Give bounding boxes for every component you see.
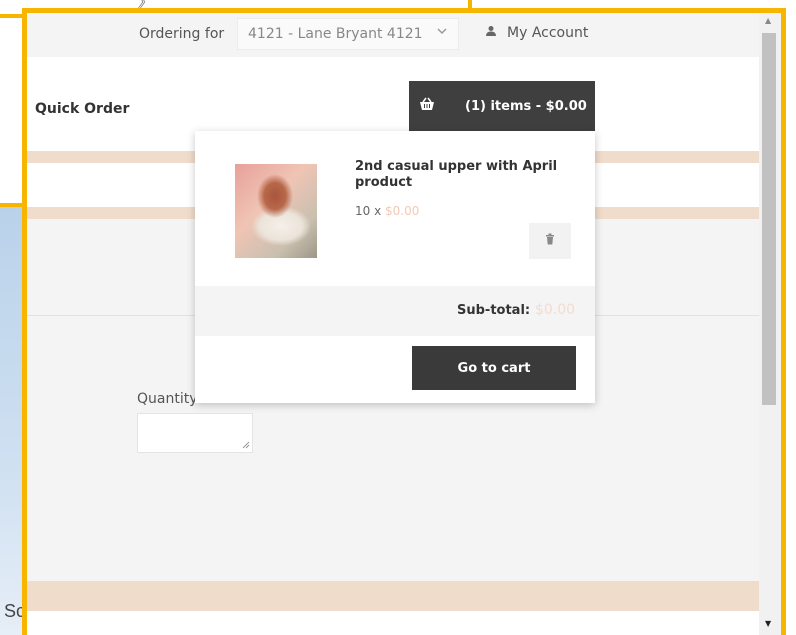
person-icon bbox=[485, 25, 497, 41]
page-viewport: Ordering for 4121 - Lane Bryant 4121 My … bbox=[27, 13, 759, 635]
cart-button[interactable]: (1) items - $0.00 bbox=[409, 81, 595, 133]
resize-grip-icon[interactable] bbox=[242, 441, 250, 452]
my-account-label: My Account bbox=[507, 25, 589, 41]
store-select-value: 4121 - Lane Bryant 4121 bbox=[248, 26, 423, 42]
quantity-prefix: 10 x bbox=[355, 204, 385, 218]
chevron-down-icon bbox=[436, 25, 448, 41]
product-image[interactable] bbox=[235, 164, 317, 258]
product-title[interactable]: 2nd casual upper with April product bbox=[355, 159, 565, 191]
product-price: $0.00 bbox=[385, 204, 420, 218]
highlight-frame: Ordering for 4121 - Lane Bryant 4121 My … bbox=[22, 8, 786, 635]
subtotal-value: $0.00 bbox=[535, 302, 576, 318]
quantity-label: Quantity bbox=[137, 391, 198, 407]
quick-order-link[interactable]: Quick Order bbox=[35, 101, 129, 117]
subtotal-label: Sub-total: bbox=[457, 303, 531, 318]
go-to-cart-button[interactable]: Go to cart bbox=[412, 346, 576, 390]
vertical-scrollbar[interactable]: ▲ ▼ bbox=[759, 13, 781, 635]
ordering-for-label: Ordering for bbox=[139, 26, 225, 42]
quantity-textarea[interactable] bbox=[137, 413, 253, 453]
cart-summary: (1) items - $0.00 bbox=[465, 99, 587, 114]
scrollbar-thumb[interactable] bbox=[762, 33, 776, 405]
footer-band bbox=[27, 581, 759, 611]
mini-cart-dropdown: 2nd casual upper with April product 10 x… bbox=[195, 131, 595, 403]
store-select[interactable]: 4121 - Lane Bryant 4121 bbox=[237, 18, 459, 50]
footer bbox=[27, 611, 759, 635]
scroll-up-arrow-icon[interactable]: ▲ bbox=[765, 16, 771, 25]
basket-icon bbox=[419, 97, 435, 115]
top-bar: Ordering for 4121 - Lane Bryant 4121 My … bbox=[27, 13, 759, 57]
subtotal-row: Sub-total: $0.00 bbox=[195, 286, 595, 336]
trash-icon bbox=[545, 233, 555, 249]
remove-item-button[interactable] bbox=[529, 223, 571, 259]
scroll-down-arrow-icon[interactable]: ▼ bbox=[765, 619, 771, 628]
my-account-link[interactable]: My Account bbox=[485, 25, 588, 41]
product-quantity-price: 10 x $0.00 bbox=[355, 204, 419, 218]
